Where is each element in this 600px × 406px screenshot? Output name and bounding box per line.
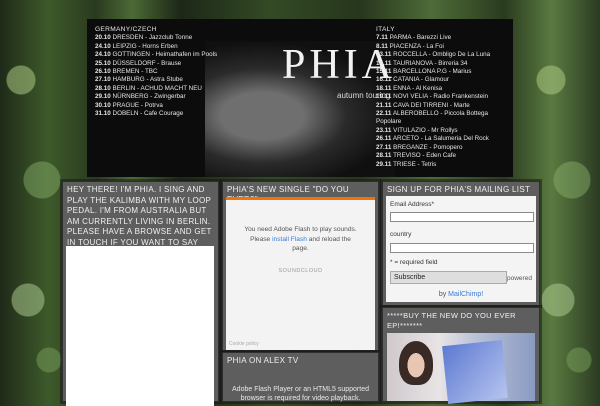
mailchimp-link[interactable]: MailChimp! — [448, 291, 483, 298]
tour-date-row: 19.11 NOVI VELIA - Radio Frankenstein — [376, 93, 489, 101]
intro-embed-area — [66, 246, 214, 406]
artist-portrait — [399, 341, 433, 385]
powered-text: powered — [507, 275, 532, 282]
tour-date-row: 29.11 TRIESE - Tetris — [376, 160, 437, 168]
tour-date-row: 27.10 HAMBURG - Astra Stube — [95, 76, 183, 84]
mailchimp-credit: by MailChimp! — [438, 291, 484, 298]
flash-required-message: You need Adobe Flash to play sounds. Ple… — [244, 226, 357, 252]
tour-date-row: 20.10 DRESDEN - Jazzclub Tonne — [95, 34, 193, 42]
tour-date-row: 8.11 PIACENZA - La Foi — [376, 42, 444, 50]
buy-ep-panel: *****BUY THE NEW DO YOU EVER EP!******* — [382, 307, 540, 404]
single-panel: PHIA'S NEW SINGLE "DO YOU EVER?" You nee… — [222, 181, 379, 351]
tour-date-row: 23.11 VITULAZIO - Mr Rollys — [376, 126, 458, 134]
tour-date-row: 18.11 ENNA - Al Kenisa — [376, 84, 443, 92]
tour-date-row: 28.11 TREVISO - Eden Cafe — [376, 152, 457, 160]
mailing-list-panel: SIGN UP FOR PHIA'S MAILING LIST Email Ad… — [382, 181, 540, 306]
mailing-list-form: Email Address* country * = required fiel… — [386, 196, 536, 302]
background-foliage-right — [530, 0, 600, 400]
alex-tv-panel: PHIA ON ALEX TV Adobe Flash Player or an… — [222, 352, 379, 402]
tour-date-row: 13.11 ROCCELLA - Ombligo De La Luna — [376, 51, 491, 59]
record-sleeve — [442, 340, 508, 404]
alex-tv-title: PHIA ON ALEX TV — [227, 356, 299, 365]
tour-date-row: 25.10 DÜSSELDORF - Brause — [95, 59, 182, 67]
background-foliage-left — [0, 0, 70, 400]
tour-date-row: 26.11 ARCETO - La Salumeria Del Rock — [376, 135, 489, 143]
buy-ep-title: *****BUY THE NEW DO YOU EVER EP!******* — [387, 311, 516, 330]
region-heading: ITALY — [376, 26, 395, 33]
tour-date-row: 31.10 DOBELN - Cafe Courage — [95, 110, 184, 118]
soundcloud-player[interactable]: You need Adobe Flash to play sounds. Ple… — [226, 197, 375, 350]
country-label: country — [390, 231, 412, 238]
tour-dates-germany: GERMANY/CZECH 20.10 DRESDEN - Jazzclub T… — [95, 26, 218, 118]
tour-banner: PHIA autumn touring GERMANY/CZECH 20.10 … — [87, 19, 513, 177]
ep-cover-image[interactable] — [387, 333, 535, 404]
required-field-note: * = required field — [390, 259, 438, 266]
tour-date-row: 16.11 CATANIA - Glamour — [376, 76, 449, 84]
cookie-policy-link[interactable]: Cookie policy — [229, 341, 259, 347]
tour-date-row: 22.11 ALBEROBELLO - Piccola Bottega Popo… — [376, 110, 489, 126]
tour-date-row: 29.10 NÜRNBERG - Zwingerbar — [95, 93, 186, 101]
tour-date-row: 28.10 BERLIN - ACHUD MACHT NEU — [95, 84, 202, 92]
video-flash-message: Adobe Flash Player or an HTML5 supported… — [232, 386, 369, 402]
soundcloud-logo[interactable]: SOUNDCLOUD — [226, 268, 375, 274]
intro-panel: HEY THERE! I'M PHIA. I SING AND PLAY THE… — [62, 181, 219, 406]
subscribe-button[interactable]: Subscribe — [390, 271, 507, 284]
tour-date-row: 15.11 BARCELLONA P.G - Marius — [376, 68, 472, 76]
tour-date-row: 27.11 BREGANZE - Pomopero — [376, 143, 463, 151]
tour-date-row: 21.11 CAVA DEI TIRRENI - Marte — [376, 101, 470, 109]
tour-date-row: 26.10 BREMEN - TBC — [95, 68, 158, 76]
tour-date-row: 7.11 PARMA - Barezzi Live — [376, 34, 452, 42]
tour-date-row: 14.11 TAURIANOVA - Birreria 34 — [376, 59, 468, 67]
email-label: Email Address* — [390, 201, 435, 208]
tour-date-row: 30.10 PRAGUE - Potrva — [95, 101, 163, 109]
country-field[interactable] — [390, 243, 534, 253]
tour-date-row: 24.10 LEIPZIG - Horns Erben — [95, 42, 178, 50]
tour-dates-italy: ITALY 7.11 PARMA - Barezzi Live 8.11 PIA… — [376, 26, 508, 169]
email-field[interactable] — [390, 212, 534, 222]
region-heading: GERMANY/CZECH — [95, 26, 157, 33]
install-flash-link[interactable]: install Flash — [272, 236, 307, 243]
tour-date-row: 24.10 GOTTINGEN - Heimathafen im Pools — [95, 51, 218, 59]
